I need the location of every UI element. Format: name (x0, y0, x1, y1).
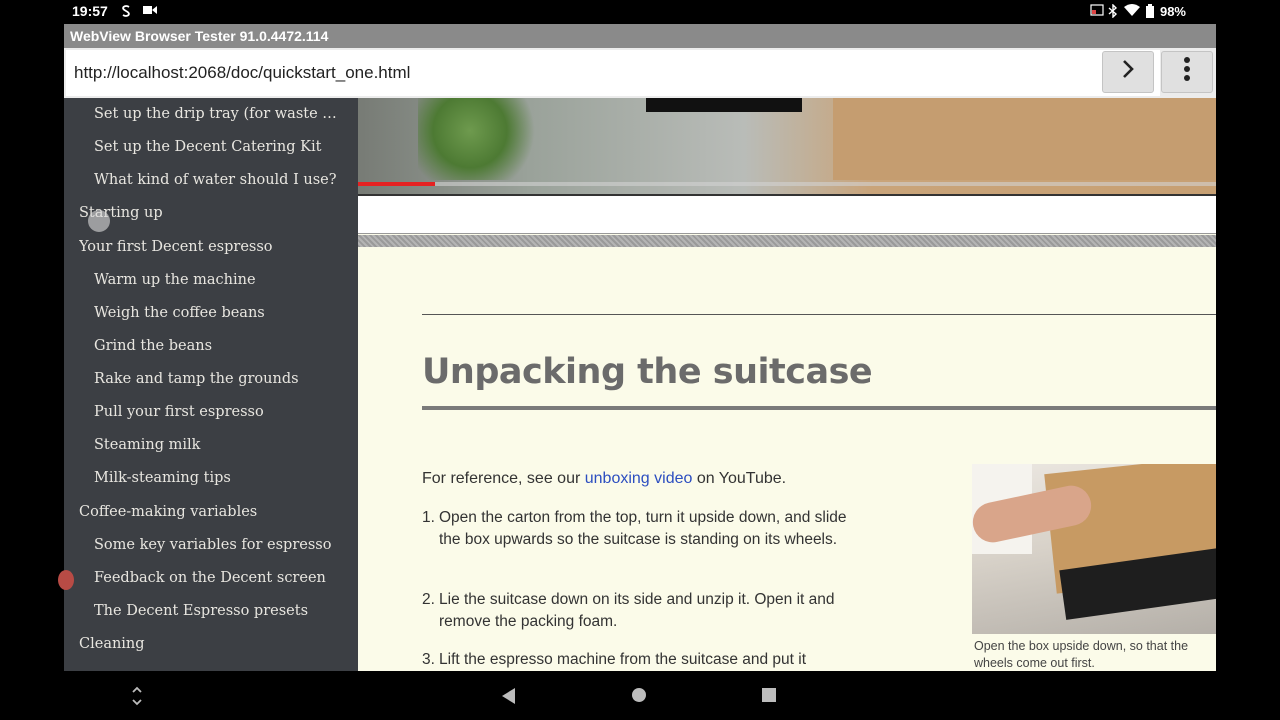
toc-item[interactable]: Cleaning (79, 636, 349, 652)
cast-icon (1090, 4, 1104, 19)
url-input[interactable] (66, 50, 1160, 96)
go-button[interactable] (1102, 51, 1154, 93)
toc-item[interactable]: Starting up (79, 205, 349, 221)
toc-item[interactable]: Pull your first espresso (94, 404, 343, 420)
back-icon[interactable] (501, 687, 517, 709)
app-title: WebView Browser Tester 91.0.4472.114 (64, 24, 1216, 48)
toc-item[interactable]: Your first Decent espresso (79, 239, 349, 255)
chevron-right-icon (1120, 59, 1136, 85)
toc-sidebar: Set up the drip tray (for waste w... Set … (64, 98, 358, 671)
section-rule (422, 314, 1216, 315)
rotate-icon[interactable] (130, 685, 144, 711)
video-controls-bar (358, 194, 1216, 234)
video-icon (143, 4, 157, 19)
toc-item[interactable]: Grind the beans (94, 338, 343, 354)
clock: 19:57 (72, 3, 108, 19)
more-vert-icon (1183, 56, 1191, 88)
page-heading: Unpacking the suitcase (422, 352, 873, 392)
toc-item[interactable]: Warm up the machine (94, 272, 343, 288)
battery-icon (1146, 4, 1154, 21)
toc-item[interactable]: What kind of water should I use? (94, 172, 343, 188)
battery-level: 98% (1159, 4, 1186, 19)
intro-paragraph: For reference, see our unboxing video on… (422, 470, 787, 487)
toc-item[interactable]: Steaming milk (94, 437, 343, 453)
overflow-menu-button[interactable] (1161, 51, 1213, 93)
home-icon[interactable] (631, 687, 647, 707)
content-area: Unpacking the suitcase For reference, se… (358, 98, 1216, 671)
toc-item[interactable]: Feedback on the Decent screen (94, 570, 343, 586)
toc-item[interactable]: Set up the Decent Catering Kit (94, 139, 343, 155)
toc-item[interactable]: Coffee-making variables (79, 504, 349, 520)
video-progress-bar[interactable] (358, 182, 1216, 186)
touch-indicator (88, 210, 110, 232)
recents-icon[interactable] (761, 687, 777, 707)
toc-item[interactable]: Weigh the coffee beans (94, 305, 343, 321)
video-thumbnail[interactable] (358, 98, 1216, 194)
divider-stripe (358, 235, 1216, 247)
unboxing-video-link[interactable]: unboxing video (585, 470, 693, 487)
wifi-icon (1124, 4, 1140, 19)
video-frame-dark (646, 98, 802, 112)
toc-item[interactable]: Milk-steaming tips (94, 470, 343, 486)
toc-item[interactable]: The Decent Espresso presets (94, 603, 343, 619)
plant-image (418, 98, 548, 180)
toc-item[interactable]: Rake and tamp the grounds (94, 371, 343, 387)
box-image (833, 98, 1216, 180)
photo-caption: Open the box upside down, so that the wh… (974, 639, 1189, 670)
system-nav-bar (64, 671, 1216, 720)
heading-underline (422, 406, 1216, 410)
s-icon (120, 4, 132, 21)
touch-indicator-red (58, 570, 74, 590)
url-bar (64, 48, 1216, 98)
toc-item[interactable]: Some key variables for espresso (94, 537, 343, 553)
video-progress-fill (358, 182, 436, 186)
unboxing-photo (972, 464, 1216, 634)
status-bar: 19:57 98% (64, 0, 1216, 24)
bluetooth-icon (1108, 3, 1118, 21)
toc-item[interactable]: Set up the drip tray (for waste w... (94, 106, 343, 122)
